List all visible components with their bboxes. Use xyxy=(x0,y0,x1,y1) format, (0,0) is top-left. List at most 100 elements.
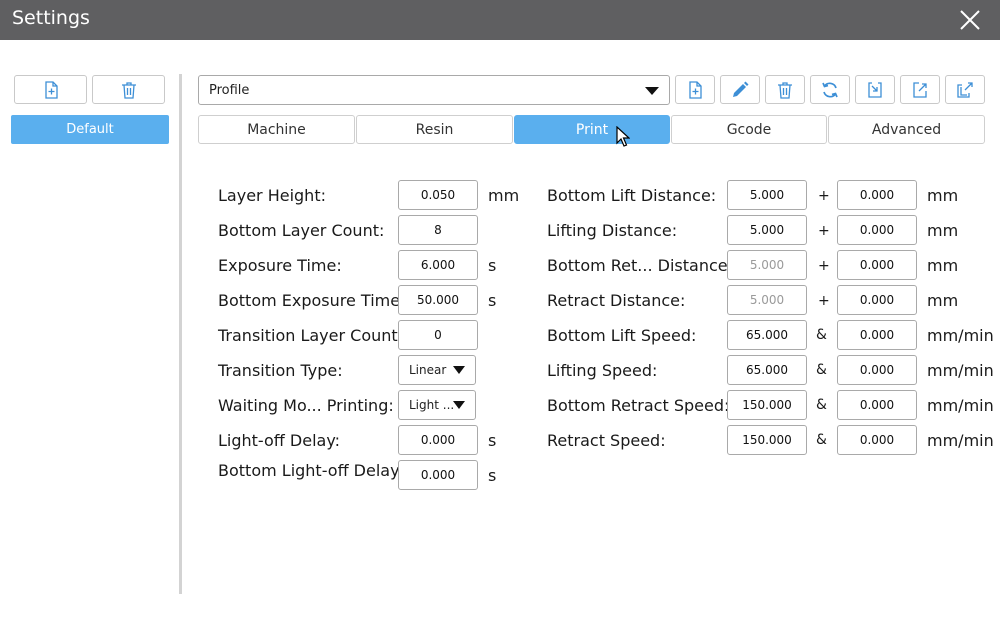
bottom-lift-speed-label: Bottom Lift Speed: xyxy=(547,326,697,345)
retract-distance-label: Retract Distance: xyxy=(547,291,686,310)
bottom-retract-speed-extra-value: 0.000 xyxy=(859,398,895,412)
refresh-icon xyxy=(822,81,838,98)
exposure-time-input[interactable]: 6.000 xyxy=(398,250,478,280)
lifting-distance-unit: mm xyxy=(927,221,959,240)
bottom-exposure-time-input[interactable]: 50.000 xyxy=(398,285,478,315)
ampersand-sign: & xyxy=(816,432,827,448)
profile-list-item-default[interactable]: Default xyxy=(11,115,169,144)
lifting-speed-input[interactable]: 65.000 xyxy=(727,355,807,385)
light-off-delay-value: 0.000 xyxy=(420,433,456,447)
bottom-lift-distance-input[interactable]: 5.000 xyxy=(727,180,807,210)
bottom-exposure-time-unit: s xyxy=(488,291,497,310)
tab-label: Advanced xyxy=(871,121,942,138)
lifting-speed-extra-input[interactable]: 0.000 xyxy=(837,355,917,385)
lifting-speed-value: 65.000 xyxy=(746,363,788,377)
add-file-icon xyxy=(689,80,702,99)
import-button[interactable] xyxy=(855,75,895,104)
bottom-lift-distance-value: 5.000 xyxy=(749,188,785,202)
tab-label: Print xyxy=(575,121,609,138)
edit-profile-button[interactable] xyxy=(720,75,760,104)
tab-advanced[interactable]: Advanced xyxy=(828,115,985,144)
retract-distance-unit: mm xyxy=(927,291,959,310)
bottom-retract-distance-value: 5.000 xyxy=(749,258,785,272)
close-button[interactable] xyxy=(958,8,982,32)
lifting-distance-value: 5.000 xyxy=(749,223,785,237)
retract-speed-extra-value: 0.000 xyxy=(859,433,895,447)
ampersand-sign: & xyxy=(816,397,827,413)
bottom-retract-speed-value: 150.000 xyxy=(742,398,792,412)
bottom-light-off-delay-input[interactable]: 0.000 xyxy=(398,460,478,490)
delete-profile-button[interactable] xyxy=(92,75,165,104)
bottom-retract-distance-label: Bottom Ret... Distance: xyxy=(547,256,733,275)
bottom-exposure-time-label: Bottom Exposure Time: xyxy=(218,291,406,310)
export-button[interactable] xyxy=(900,75,940,104)
waiting-mode-select[interactable]: Light ... xyxy=(398,390,476,420)
bottom-layer-count-value: 8 xyxy=(434,223,442,237)
retract-speed-extra-input[interactable]: 0.000 xyxy=(837,425,917,455)
bottom-lift-distance-extra-value: 0.000 xyxy=(859,188,895,202)
share-icon xyxy=(957,81,973,98)
retract-speed-input[interactable]: 150.000 xyxy=(727,425,807,455)
lifting-distance-input[interactable]: 5.000 xyxy=(727,215,807,245)
lifting-speed-label: Lifting Speed: xyxy=(547,361,658,380)
tab-gcode[interactable]: Gcode xyxy=(671,115,827,144)
lifting-distance-extra-input[interactable]: 0.000 xyxy=(837,215,917,245)
bottom-lift-speed-input[interactable]: 65.000 xyxy=(727,320,807,350)
tab-label: Machine xyxy=(247,121,306,138)
transition-type-select[interactable]: Linear xyxy=(398,355,476,385)
panel-divider[interactable] xyxy=(179,74,182,594)
bottom-lift-distance-extra-input[interactable]: 0.000 xyxy=(837,180,917,210)
add-profile-button[interactable] xyxy=(14,75,87,104)
bottom-light-off-delay-value: 0.000 xyxy=(420,468,456,482)
chevron-down-icon xyxy=(453,366,465,374)
settings-window: Default Profile Machine Resin Print Gcod… xyxy=(0,40,1000,630)
retract-distance-value: 5.000 xyxy=(749,293,785,307)
plus-sign: + xyxy=(818,223,830,239)
layer-height-value: 0.050 xyxy=(420,188,456,202)
bottom-lift-speed-extra-input[interactable]: 0.000 xyxy=(837,320,917,350)
retract-distance-extra-input[interactable]: 0.000 xyxy=(837,285,917,315)
bottom-retract-distance-unit: mm xyxy=(927,256,959,275)
tab-print[interactable]: Print xyxy=(514,115,670,144)
profile-select[interactable]: Profile xyxy=(198,75,670,105)
bottom-exposure-time-value: 50.000 xyxy=(417,293,459,307)
bottom-lift-speed-value: 65.000 xyxy=(746,328,788,342)
title-bar: Settings xyxy=(0,0,1000,40)
bottom-retract-distance-extra-input[interactable]: 0.000 xyxy=(837,250,917,280)
bottom-retract-distance-input[interactable]: 5.000 xyxy=(727,250,807,280)
lifting-speed-extra-value: 0.000 xyxy=(859,363,895,377)
transition-type-value: Linear xyxy=(409,363,447,377)
waiting-mode-value: Light ... xyxy=(409,398,455,412)
chevron-down-icon xyxy=(645,87,659,95)
bottom-retract-distance-extra-value: 0.000 xyxy=(859,258,895,272)
lifting-speed-unit: mm/min xyxy=(927,361,994,380)
light-off-delay-unit: s xyxy=(488,431,497,450)
tab-label: Resin xyxy=(415,121,454,138)
transition-layer-count-input[interactable]: 0 xyxy=(398,320,478,350)
layer-height-label: Layer Height: xyxy=(218,186,326,205)
bottom-layer-count-input[interactable]: 8 xyxy=(398,215,478,245)
bottom-lift-speed-extra-value: 0.000 xyxy=(859,328,895,342)
window-title: Settings xyxy=(12,7,90,29)
new-profile-button[interactable] xyxy=(675,75,715,104)
light-off-delay-input[interactable]: 0.000 xyxy=(398,425,478,455)
bottom-retract-speed-extra-input[interactable]: 0.000 xyxy=(837,390,917,420)
bottom-retract-speed-input[interactable]: 150.000 xyxy=(727,390,807,420)
tab-resin[interactable]: Resin xyxy=(356,115,513,144)
exposure-time-label: Exposure Time: xyxy=(218,256,342,275)
plus-sign: + xyxy=(818,293,830,309)
bottom-layer-count-label: Bottom Layer Count: xyxy=(218,221,385,240)
bottom-lift-speed-unit: mm/min xyxy=(927,326,994,345)
layer-height-input[interactable]: 0.050 xyxy=(398,180,478,210)
share-button[interactable] xyxy=(945,75,985,104)
trash-icon xyxy=(778,81,792,99)
retract-distance-input[interactable]: 5.000 xyxy=(727,285,807,315)
pencil-icon xyxy=(733,81,749,97)
bottom-light-off-delay-unit: s xyxy=(488,466,497,485)
tab-machine[interactable]: Machine xyxy=(198,115,355,144)
refresh-button[interactable] xyxy=(810,75,850,104)
chevron-down-icon xyxy=(453,401,465,409)
delete-button[interactable] xyxy=(765,75,805,104)
lifting-distance-label: Lifting Distance: xyxy=(547,221,678,240)
export-icon xyxy=(913,81,927,98)
